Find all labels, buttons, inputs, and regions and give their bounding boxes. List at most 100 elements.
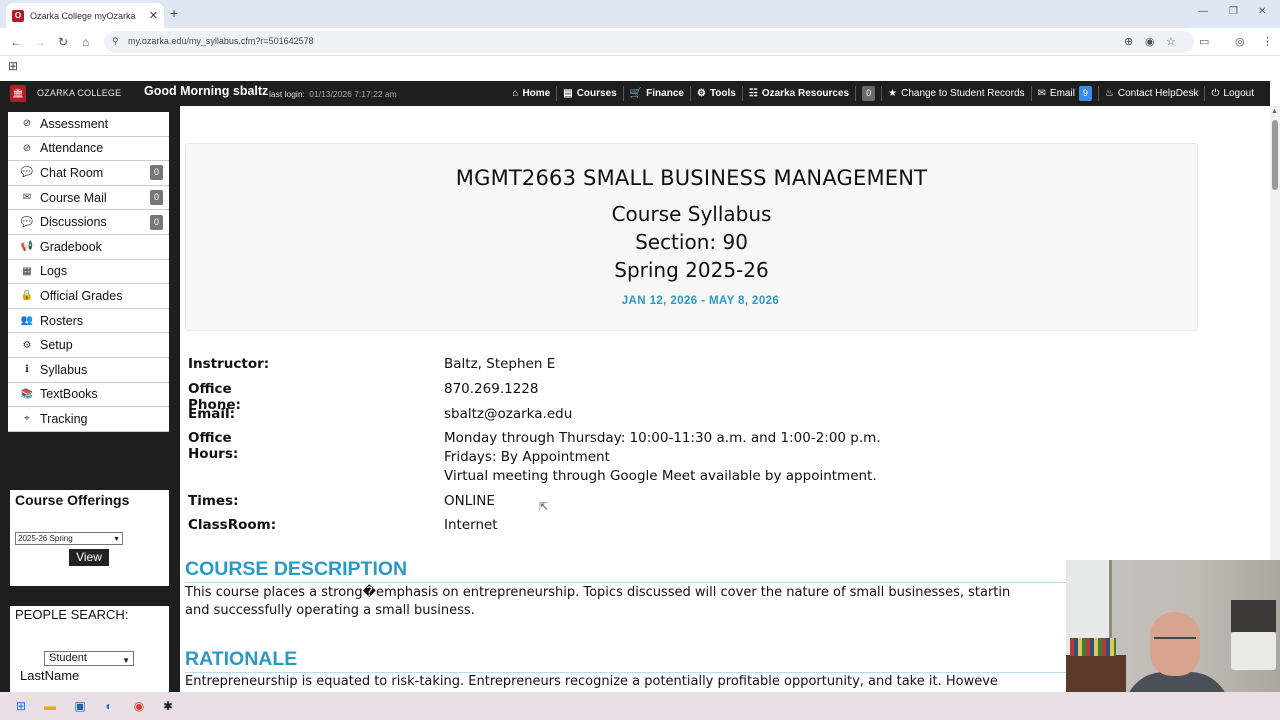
term-select[interactable]: 2025-26 Spring ▼ <box>15 532 123 545</box>
info-label: Office Hours: <box>188 430 239 462</box>
file-explorer-icon[interactable]: ▬ <box>42 698 58 714</box>
close-window-icon[interactable]: ✕ <box>1258 6 1266 17</box>
info-value: Fridays: By Appointment <box>444 449 610 465</box>
info-value: Virtual meeting through Google Meet avai… <box>444 468 877 484</box>
sidebar-item-attendance[interactable]: ⊘ Attendance <box>8 136 169 162</box>
printer <box>1231 632 1276 670</box>
sidebar-item-label: Logs <box>40 264 68 279</box>
sidebar-item-official-grades[interactable]: 🔒 Official Grades <box>8 284 169 309</box>
nav-student-records[interactable]: ★ Change to Student Records <box>882 86 1032 101</box>
sidebar-item-chat-room[interactable]: 💬 Chat Room 0 <box>8 161 169 186</box>
term-label: Spring 2025-26 <box>614 258 769 282</box>
cart-icon: 🛒 <box>629 88 643 99</box>
people-type-select[interactable]: Student ▼ <box>44 651 134 666</box>
sidebar-item-label: Syllabus <box>40 362 88 377</box>
zoom-icon[interactable]: ⊕ <box>1124 35 1133 48</box>
cabinet <box>1231 600 1276 632</box>
nav-courses[interactable]: ▤ Courses <box>557 86 624 101</box>
address-bar-row: ← → ↻ ⌂ ⚲ my.ozarka.edu/my_syllabus.cfm?… <box>0 28 1280 56</box>
chat-icon: 💬 <box>20 167 34 179</box>
nav-home[interactable]: ⌂ Home <box>506 86 558 101</box>
nav-logout[interactable]: ⏻ Logout <box>1205 86 1260 101</box>
ozarka-logo-icon[interactable]: 🏛 <box>10 85 26 102</box>
book-icon: ▤ <box>563 88 573 99</box>
windows-start-icon[interactable]: ⊞ <box>13 698 29 714</box>
back-icon[interactable]: ← <box>10 35 22 49</box>
sidebar-item-label: Assessment <box>40 116 109 131</box>
eye-off-icon[interactable]: ◉ <box>1145 35 1155 48</box>
chevron-down-icon: ▼ <box>113 536 120 543</box>
close-tab-icon[interactable]: ✕ <box>149 9 158 22</box>
course-dates: JAN 12, 2026 - MAY 8, 2026 <box>621 295 780 307</box>
nav-logout-label: Logout <box>1223 88 1254 99</box>
url-field[interactable]: ⚲ my.ozarka.edu/my_syllabus.cfm?r=501642… <box>104 31 1194 53</box>
sidebar-item-logs[interactable]: ▦ Logs <box>8 259 169 285</box>
view-button[interactable]: View <box>69 549 109 566</box>
reload-icon[interactable]: ↻ <box>58 35 68 49</box>
browser-tab-bar: O Ozarka College myOzarka ✕ + — ❐ ✕ <box>0 0 1280 28</box>
info-value: Baltz, Stephen E <box>444 356 556 372</box>
scrollbar-thumb[interactable] <box>1272 120 1278 190</box>
menu-dots-icon[interactable]: ⋮ <box>1262 35 1273 48</box>
lock-icon: 🔒 <box>20 290 34 302</box>
list-icon: ☷ <box>748 88 758 99</box>
nav-email-label: Email <box>1049 88 1075 99</box>
envelope-icon: ✉ <box>22 192 32 204</box>
browser-tab[interactable]: O Ozarka College myOzarka ✕ <box>6 3 164 28</box>
sidebar-item-syllabus[interactable]: ℹ Syllabus <box>8 357 169 383</box>
fire-icon: ♨ <box>1104 88 1114 99</box>
forward-icon[interactable]: → <box>34 35 46 49</box>
count-badge: 0 <box>150 190 163 206</box>
info-value: sbaltz@ozarka.edu <box>444 406 573 422</box>
course-description-line: and successfully operating a small busin… <box>185 603 475 618</box>
app-icon[interactable]: ✱ <box>160 698 176 714</box>
edge-icon[interactable]: ◐ <box>101 698 117 714</box>
minimize-icon[interactable]: — <box>1198 6 1208 17</box>
nav-finance[interactable]: 🛒 Finance <box>624 86 691 101</box>
sidebar-item-gradebook[interactable]: 📢 Gradebook <box>8 234 169 260</box>
scroll-up-icon[interactable]: ▲ <box>1271 108 1278 115</box>
nav-helpdesk[interactable]: ♨ Contact HelpDesk <box>1099 86 1206 101</box>
taskbar: ⊞ ▬ ▣ ◐ ◉ ✱ <box>0 692 1280 720</box>
new-tab-icon[interactable]: + <box>170 5 178 21</box>
apps-grid-icon[interactable]: ⊞ <box>8 59 18 73</box>
home-icon[interactable]: ⌂ <box>82 35 89 49</box>
rationale-heading: RATIONALE <box>185 648 298 670</box>
email-count-badge: 9 <box>1078 86 1092 101</box>
section-number: Section: 90 <box>635 230 748 254</box>
course-title: MGMT2663 SMALL BUSINESS MANAGEMENT <box>455 166 928 190</box>
sidebar-item-label: Gradebook <box>40 239 102 254</box>
people-search-title: PEOPLE SEARCH: <box>15 607 129 622</box>
sidebar-item-setup[interactable]: ⚙ Setup <box>8 333 169 358</box>
people-search-panel: PEOPLE SEARCH: Student ▼ LastName <box>10 606 169 692</box>
last-login: last login: 01/13/2026 7:17:22 am <box>269 89 397 99</box>
sidepanel-icon[interactable]: ▭ <box>1199 35 1209 48</box>
nav-courses-label: Courses <box>576 88 617 99</box>
nav-tools[interactable]: ⚙ Tools <box>691 86 743 101</box>
nav-email[interactable]: ✉ Email 9 <box>1032 86 1099 101</box>
sidebar-item-textbooks[interactable]: 📚 TextBooks <box>8 382 169 408</box>
chrome-icon[interactable]: ◉ <box>131 698 147 714</box>
store-icon[interactable]: ▣ <box>72 698 88 714</box>
site-header: 🏛 OZARKA COLLEGE Good Morning sbaltz las… <box>0 81 1270 106</box>
sidebar-item-assessment[interactable]: ⊘ Assessment <box>8 112 169 137</box>
profile-icon[interactable]: ◎ <box>1235 35 1245 48</box>
top-nav: ⌂ Home ▤ Courses 🛒 Finance ⚙ Tools ☷ Oza… <box>506 81 1260 106</box>
bookmark-star-icon[interactable]: ☆ <box>1166 35 1176 48</box>
users-icon: 👥 <box>20 315 34 327</box>
site-info-icon[interactable]: ⚲ <box>112 36 119 47</box>
sidebar-item-course-mail[interactable]: ✉ Course Mail 0 <box>8 185 169 211</box>
crosshairs-icon: ⌖ <box>24 413 30 425</box>
sidebar: ⊘ Assessment ⊘ Attendance 💬 Chat Room 0 … <box>0 106 180 692</box>
bookmarks-bar: ⊞ <box>0 56 1280 78</box>
sidebar-item-label: Rosters <box>40 313 84 328</box>
sidebar-item-discussions[interactable]: 💬 Discussions 0 <box>8 210 169 235</box>
sidebar-item-label: Attendance <box>40 141 104 156</box>
nav-home-label: Home <box>522 88 551 99</box>
sidebar-item-tracking[interactable]: ⌖ Tracking <box>8 407 169 432</box>
nav-ozarka-resources[interactable]: ☷ Ozarka Resources <box>743 86 857 101</box>
resources-count[interactable]: 0 <box>856 86 883 101</box>
restore-icon[interactable]: ❐ <box>1229 6 1238 17</box>
term-select-value: 2025-26 Spring <box>18 534 73 543</box>
sidebar-item-rosters[interactable]: 👥 Rosters <box>8 308 169 334</box>
